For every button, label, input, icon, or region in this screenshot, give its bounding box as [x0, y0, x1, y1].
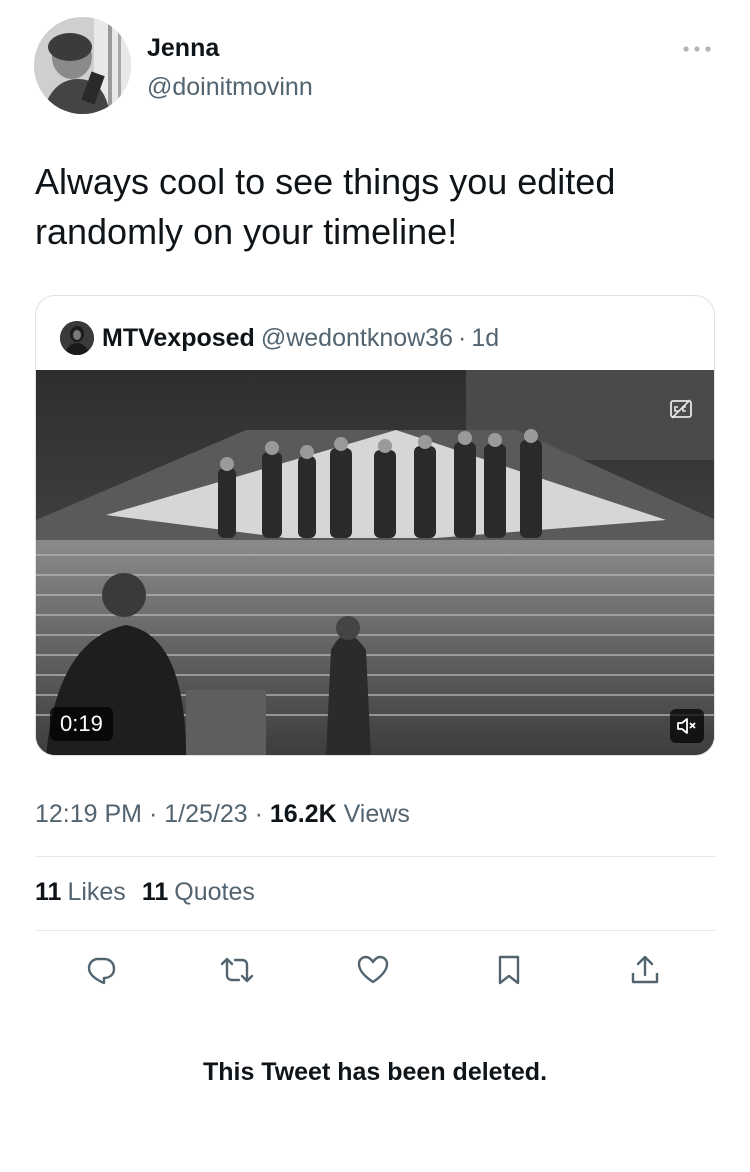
reply-icon[interactable] [79, 948, 123, 992]
quoted-author-avatar[interactable] [60, 321, 94, 355]
views-count: 16.2K [269, 800, 337, 828]
author-name[interactable]: Jenna [147, 34, 219, 63]
separator-dot: · [458, 323, 467, 352]
quoted-author-handle[interactable]: @wedontknow36 [261, 324, 453, 353]
author-avatar[interactable] [34, 17, 131, 114]
divider [35, 930, 715, 931]
quoted-tweet-header: MTVexposed @wedontknow36 · 1d [60, 320, 499, 356]
author-handle[interactable]: @doinitmovinn [147, 73, 313, 102]
tweet-time[interactable]: 12:19 PM [35, 800, 142, 828]
tweet-stats: 11 Likes 11 Quotes [35, 878, 255, 907]
heart-icon[interactable] [351, 948, 395, 992]
quoted-tweet-time[interactable]: 1d [471, 324, 499, 353]
deleted-tweet-notice: This Tweet has been deleted. [202, 1058, 548, 1086]
tweet-date[interactable]: 1/25/23 [164, 800, 247, 828]
views-label: Views [343, 800, 410, 828]
video-player[interactable]: 0:19 [36, 370, 714, 755]
quotes-count: 11 [141, 878, 169, 906]
share-icon[interactable] [623, 948, 667, 992]
retweet-icon[interactable] [215, 948, 259, 992]
captions-icon[interactable] [668, 396, 694, 422]
volume-muted-icon[interactable] [670, 709, 704, 743]
separator-dot: · [254, 800, 263, 828]
bookmark-icon[interactable] [487, 948, 531, 992]
divider [35, 856, 715, 857]
quotes-label: Quotes [174, 878, 255, 906]
video-thumbnail [36, 370, 714, 755]
action-bar [35, 948, 715, 992]
likes-count: 11 [35, 878, 62, 906]
separator-dot: · [148, 800, 158, 828]
quoted-author-name[interactable]: MTVexposed [102, 324, 255, 353]
more-horizontal-icon[interactable] [682, 41, 712, 53]
tweet-header: Jenna @doinitmovinn [34, 17, 716, 117]
tweet-meta: 12:19 PM · 1/25/23 · 16.2K Views [35, 800, 410, 829]
likes-stat[interactable]: 11 Likes [35, 878, 126, 907]
tweet-text: Always cool to see things you edited ran… [35, 161, 616, 252]
quoted-tweet-card[interactable]: MTVexposed @wedontknow36 · 1d 0:19 [35, 295, 715, 756]
video-duration: 0:19 [50, 707, 113, 741]
likes-label: Likes [67, 878, 126, 906]
quotes-stat[interactable]: 11 Quotes [142, 878, 255, 907]
